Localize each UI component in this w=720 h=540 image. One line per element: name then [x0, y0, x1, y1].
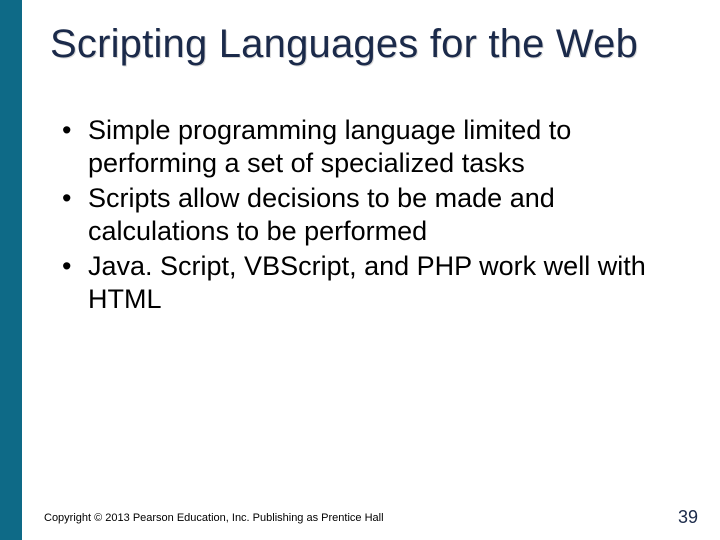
page-number: 39	[678, 507, 698, 528]
copyright-text: Copyright © 2013 Pearson Education, Inc.…	[44, 512, 384, 524]
accent-sidebar	[0, 0, 22, 540]
list-item: Scripts allow decisions to be made and c…	[56, 182, 692, 248]
list-item: Simple programming language limited to p…	[56, 114, 692, 180]
bullet-list: Simple programming language limited to p…	[50, 114, 692, 316]
slide-title: Scripting Languages for the Web	[50, 22, 692, 66]
list-item: Java. Script, VBScript, and PHP work wel…	[56, 250, 692, 316]
slide-content: Scripting Languages for the Web Simple p…	[22, 0, 720, 540]
